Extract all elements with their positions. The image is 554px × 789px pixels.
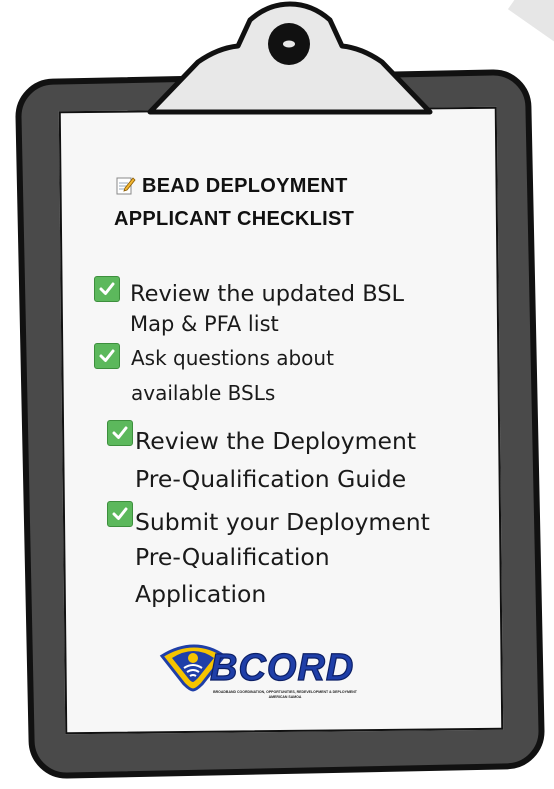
item-line-2: Map & PFA list [130,312,279,336]
item-line-2: available BSLs [131,381,276,405]
item-line-1: Review the Deployment [135,427,417,455]
checkmark-icon [107,420,133,446]
memo-icon [116,173,136,195]
checkmark-icon [94,343,120,369]
checklist-title: BEAD DEPLOYMENT APPLICANT CHECKLIST [114,170,436,236]
item-line-1: Submit your Deployment [135,508,430,536]
logo-caption-line-2: AMERICAN SAMOA [268,695,302,699]
item-line-1: Review the updated BSL [130,281,405,307]
logo-caption: BROADBAND COORDINATION, OPPORTUNITIES, R… [200,690,370,700]
checkmark-icon [94,276,120,302]
checkmark-icon [107,501,133,527]
bcord-logo: BCORD [159,644,354,692]
title-line-1: BEAD DEPLOYMENT [142,175,348,197]
item-line-2: Pre-Qualification Guide [135,465,407,493]
item-line-1: Ask questions about [131,346,334,370]
clipboard-clip [147,1,433,115]
logo-wordmark: BCORD [210,647,354,689]
item-line-3: Application [135,580,267,608]
item-line-2: Pre-Qualification [135,543,330,571]
title-line-2: APPLICANT CHECKLIST [114,208,355,230]
